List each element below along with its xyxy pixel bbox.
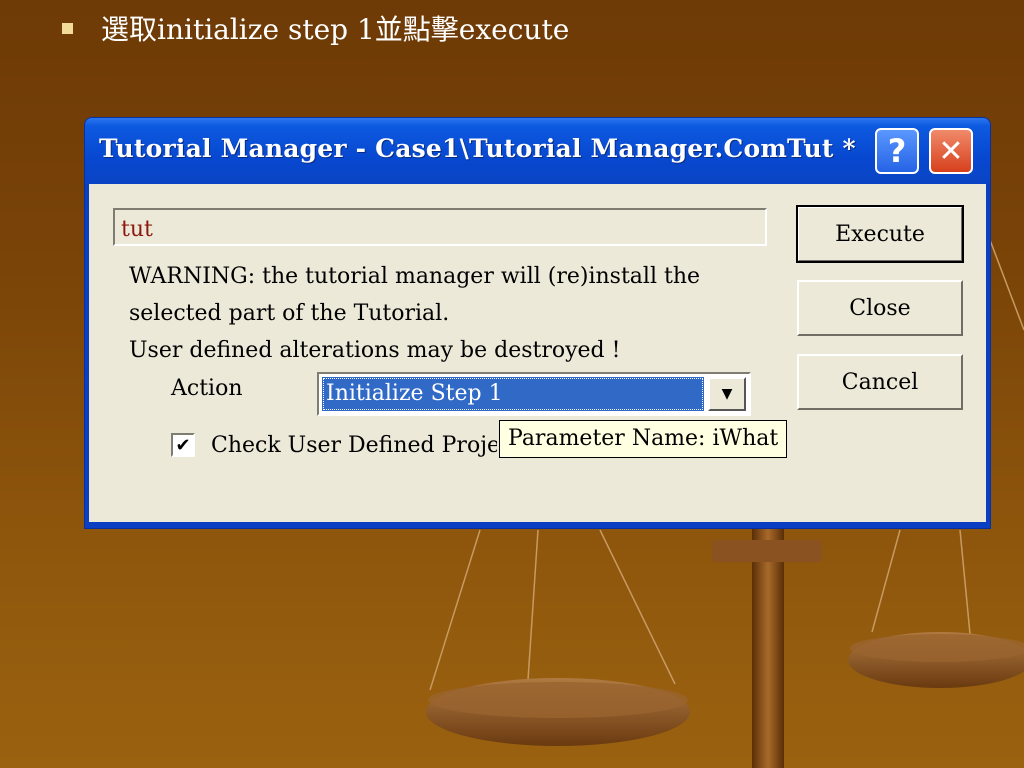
cancel-button[interactable]: Cancel bbox=[797, 354, 963, 410]
parameter-tooltip: Parameter Name: iWhat bbox=[499, 420, 788, 458]
question-mark-icon: ? bbox=[887, 132, 907, 170]
check-user-defined-label[interactable]: Check User Defined Projects bbox=[211, 433, 497, 458]
close-window-button[interactable]: ✕ bbox=[929, 128, 973, 174]
scale-string bbox=[429, 529, 481, 691]
scale-string bbox=[959, 529, 971, 635]
check-user-defined-checkbox[interactable]: ✔ bbox=[171, 433, 195, 457]
help-button[interactable]: ? bbox=[875, 128, 919, 174]
scale-string bbox=[599, 529, 676, 685]
warning-line: WARNING: the tutorial manager will (re)i… bbox=[129, 264, 701, 289]
scale-pan-right-rim bbox=[850, 634, 1024, 662]
scale-crossbar bbox=[712, 540, 822, 562]
action-label: Action bbox=[171, 376, 243, 401]
slide-bullet-text: 選取initialize step 1並點擊execute bbox=[101, 13, 570, 46]
check-user-defined-row[interactable]: ✔ Check User Defined Projects bbox=[171, 428, 497, 462]
warning-line: selected part of the Tutorial. bbox=[129, 301, 450, 326]
warning-line: User defined alterations may be destroye… bbox=[129, 338, 621, 363]
action-dropdown[interactable]: Initialize Step 1 ▼ bbox=[317, 372, 751, 416]
window-title: Tutorial Manager - Case1\Tutorial Manage… bbox=[99, 134, 856, 163]
title-bar[interactable]: Tutorial Manager - Case1\Tutorial Manage… bbox=[85, 118, 990, 184]
action-selected-value[interactable]: Initialize Step 1 bbox=[322, 377, 704, 411]
scale-string bbox=[871, 529, 901, 633]
dialog-client-area: WARNING: the tutorial manager will (re)i… bbox=[89, 184, 986, 522]
chevron-down-icon: ▼ bbox=[721, 386, 733, 402]
close-button[interactable]: Close bbox=[797, 280, 963, 336]
scale-string bbox=[989, 239, 1024, 331]
scale-pan-left-rim bbox=[428, 682, 688, 718]
execute-button[interactable]: Execute bbox=[796, 205, 964, 263]
checkmark-icon: ✔ bbox=[175, 434, 191, 456]
tutorial-name-input[interactable] bbox=[113, 208, 767, 246]
tutorial-manager-dialog: Tutorial Manager - Case1\Tutorial Manage… bbox=[85, 118, 990, 528]
slide-bullet: 選取initialize step 1並點擊execute bbox=[62, 8, 569, 48]
dropdown-arrow-button[interactable]: ▼ bbox=[708, 377, 746, 411]
bullet-square-icon bbox=[62, 22, 73, 34]
warning-message: WARNING: the tutorial manager will (re)i… bbox=[129, 258, 749, 369]
close-icon: ✕ bbox=[938, 133, 964, 169]
scale-string bbox=[527, 529, 539, 681]
